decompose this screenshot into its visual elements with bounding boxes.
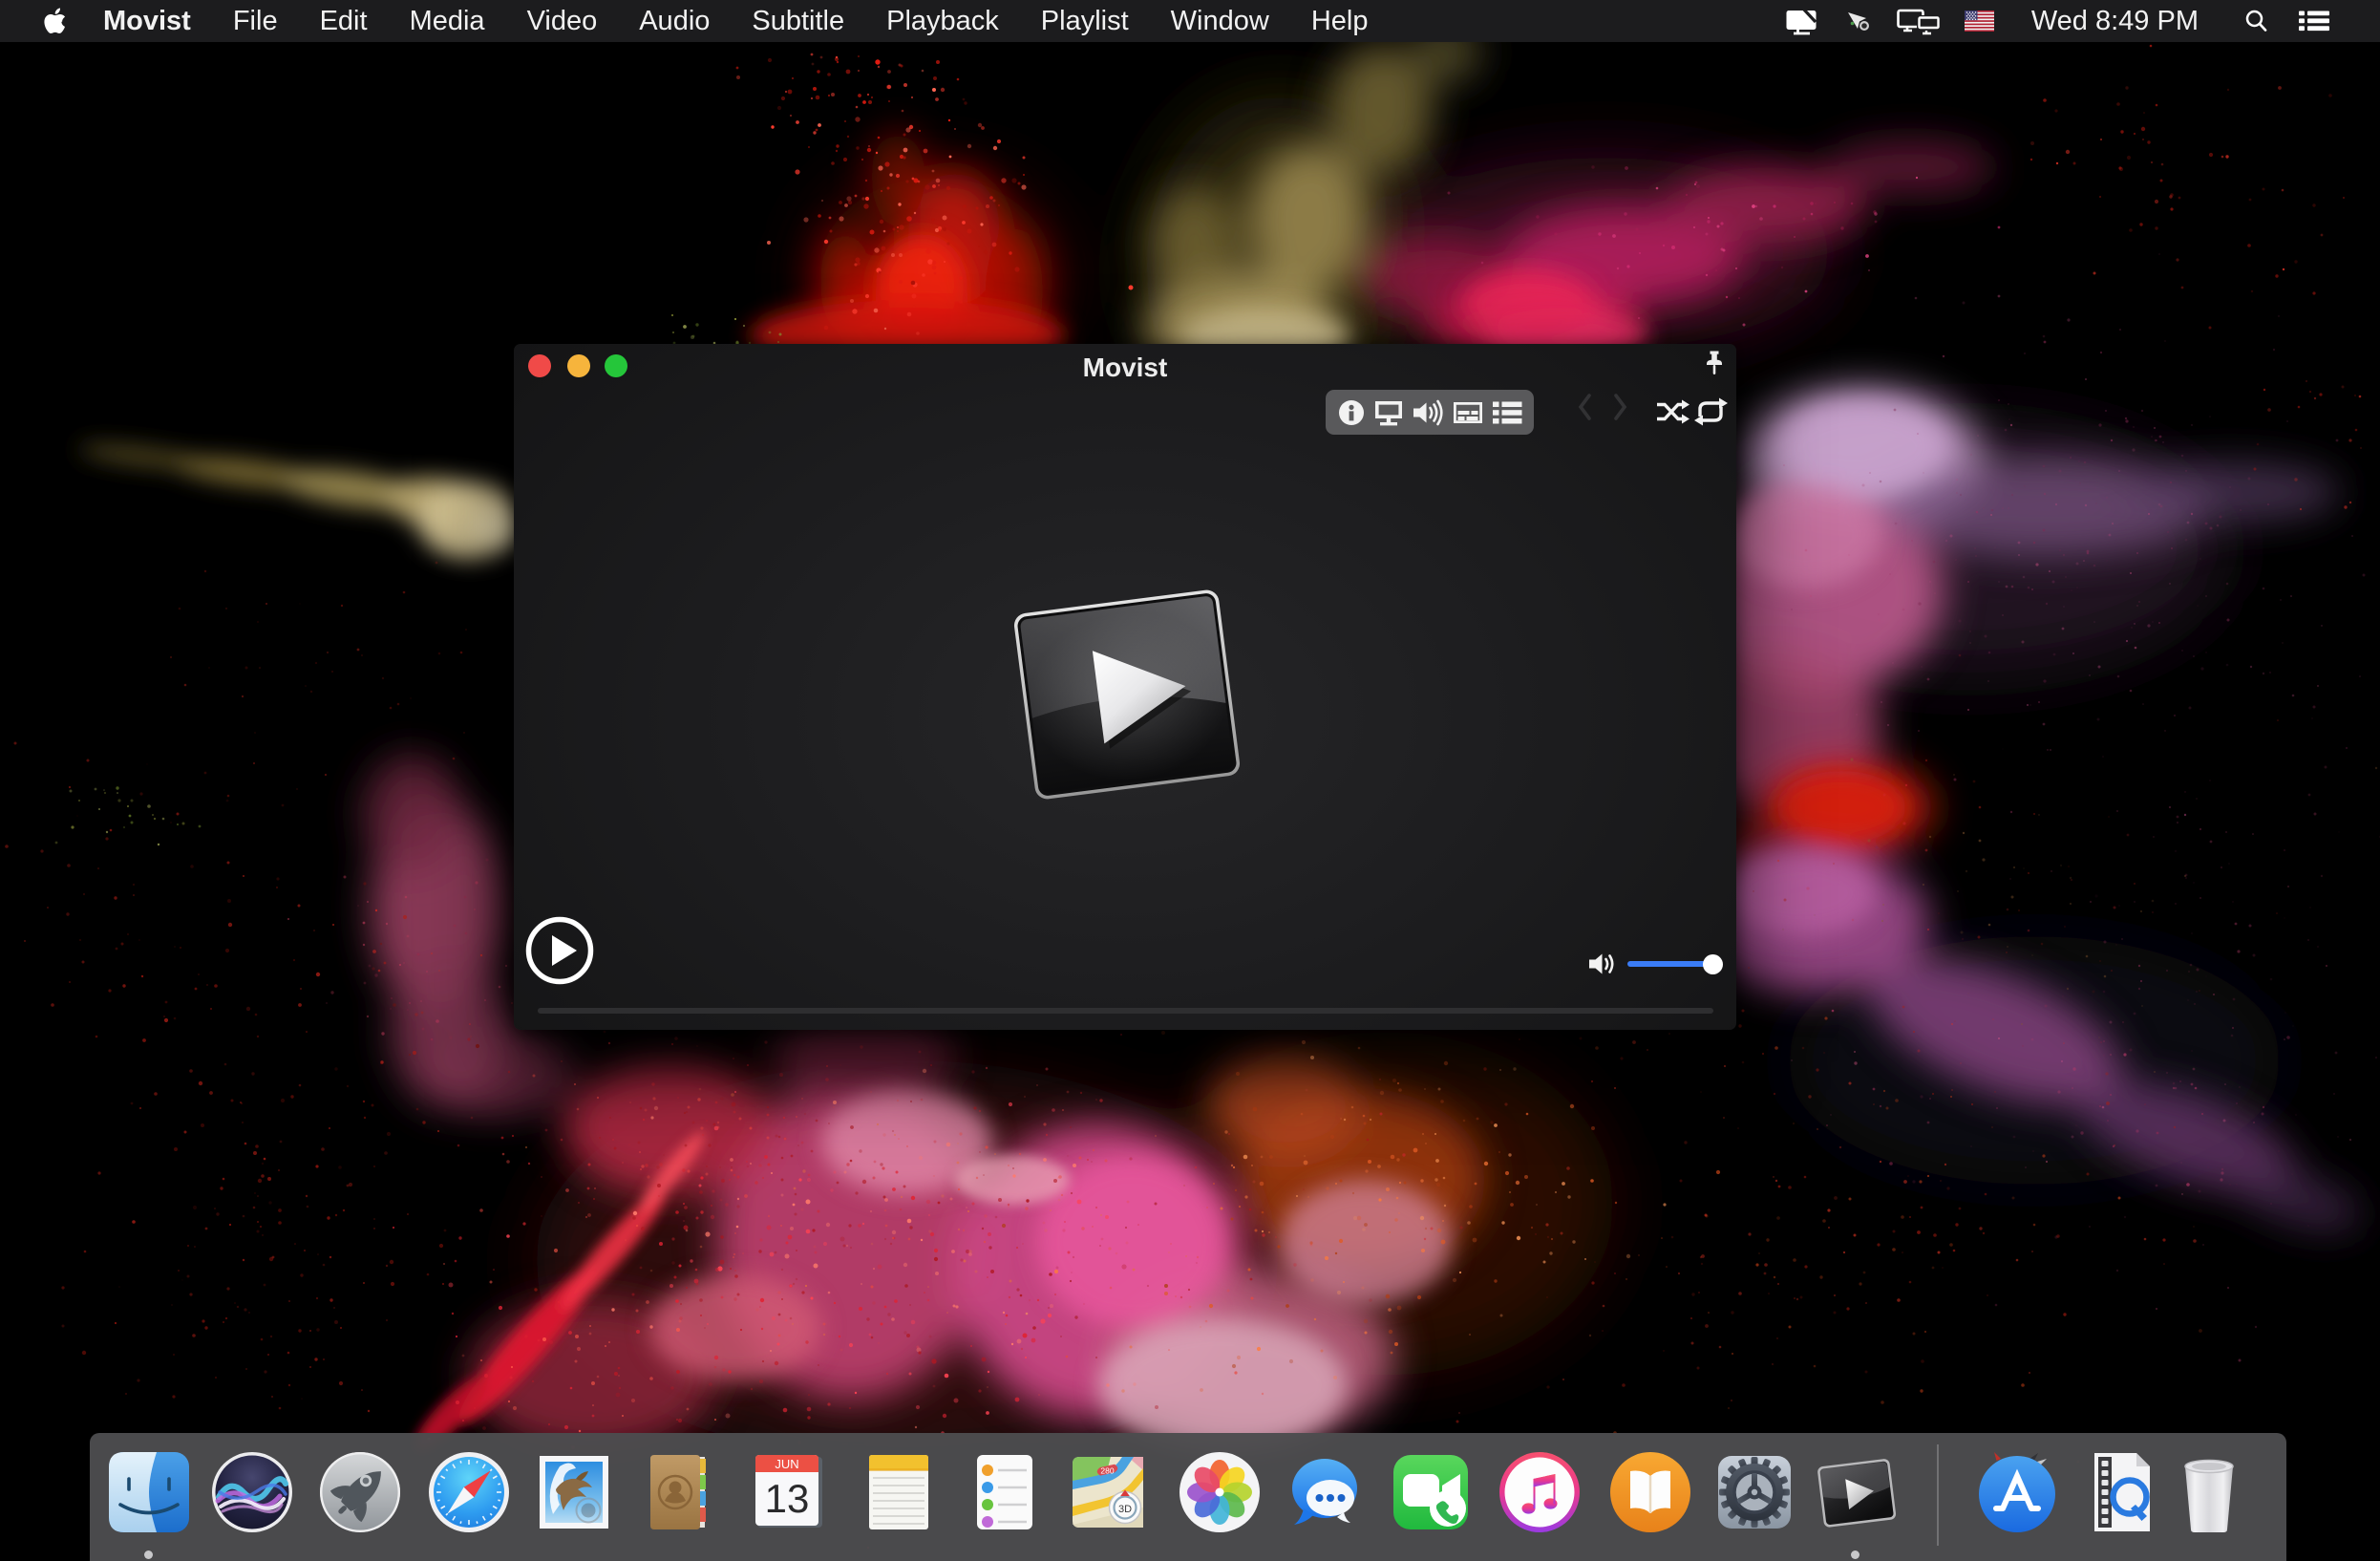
svg-text:3D: 3D xyxy=(1118,1504,1132,1515)
svg-text:13: 13 xyxy=(765,1476,810,1521)
svg-text:280: 280 xyxy=(1100,1466,1114,1476)
svg-text:JUN: JUN xyxy=(775,1457,798,1471)
